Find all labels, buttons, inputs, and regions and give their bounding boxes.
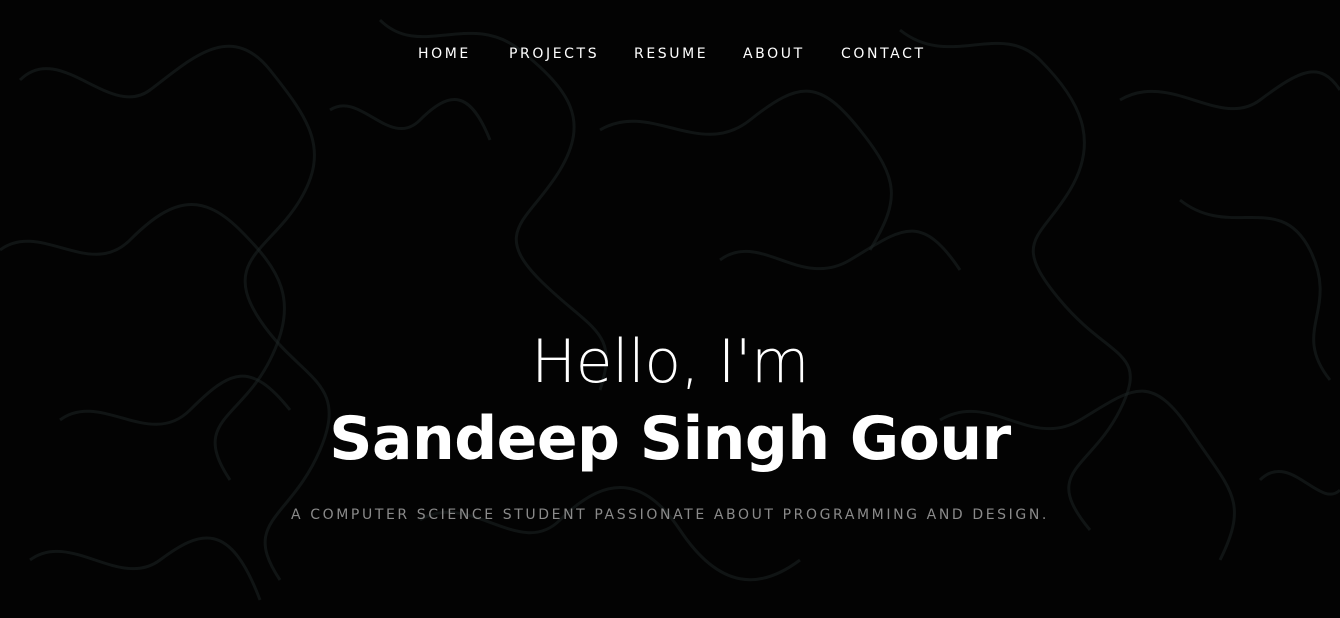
- nav-item-projects[interactable]: PROJECTS: [509, 42, 599, 66]
- hero-name: Sandeep Singh Gour: [329, 404, 1011, 474]
- nav-item-about[interactable]: ABOUT: [743, 42, 805, 66]
- hero-greeting: Hello, I'm: [531, 327, 809, 397]
- nav-item-resume[interactable]: RESUME: [634, 42, 708, 66]
- main-nav: HOME PROJECTS RESUME ABOUT CONTACT: [0, 42, 1340, 66]
- hero-section: Hello, I'm Sandeep Singh Gour A COMPUTER…: [0, 320, 1340, 524]
- background-texture: [0, 18, 1340, 601]
- nav-item-contact[interactable]: CONTACT: [841, 42, 926, 66]
- nav-item-home[interactable]: HOME: [418, 42, 471, 66]
- hero-tagline: A COMPUTER SCIENCE STUDENT PASSIONATE AB…: [291, 507, 1049, 523]
